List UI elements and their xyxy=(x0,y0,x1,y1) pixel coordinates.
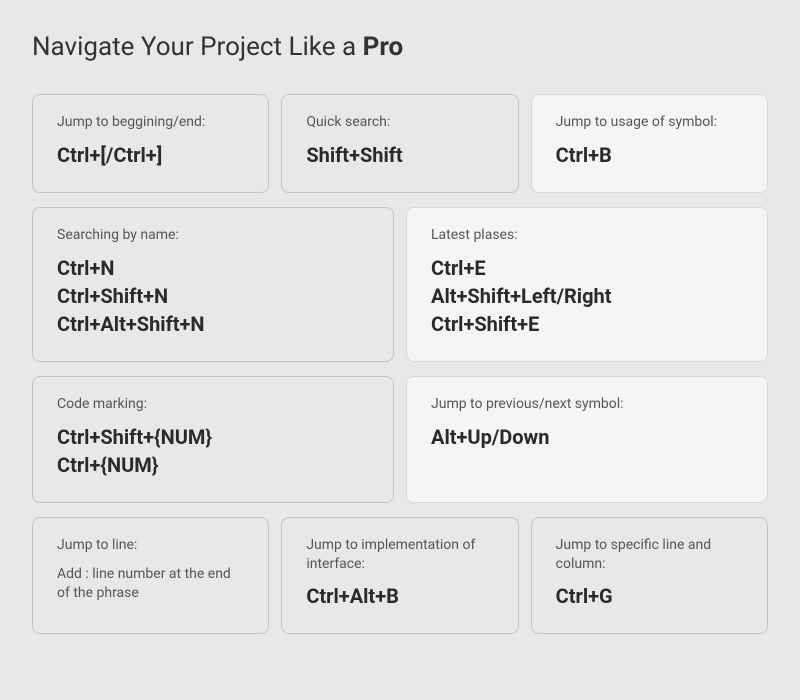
shortcut-line: Ctrl+Shift+E xyxy=(431,311,743,337)
card-value-list: Ctrl+E Alt+Shift+Left/Right Ctrl+Shift+E xyxy=(431,255,743,337)
card-label: Jump to beggining/end: xyxy=(57,113,244,132)
card-quick-search: Quick search: Shift+Shift xyxy=(281,94,518,193)
row-1: Jump to beggining/end: Ctrl+[/Ctrl+] Qui… xyxy=(32,94,768,193)
row-4: Jump to line: Add : line number at the e… xyxy=(32,517,768,635)
card-jump-begin-end: Jump to beggining/end: Ctrl+[/Ctrl+] xyxy=(32,94,269,193)
title-prefix: Navigate Your Project Like a xyxy=(32,32,363,62)
card-value: Ctrl+G xyxy=(556,583,743,609)
card-value-list: Ctrl+Shift+{NUM} Ctrl+{NUM} xyxy=(57,424,369,478)
card-label: Latest plases: xyxy=(431,226,743,245)
card-label: Jump to usage of symbol: xyxy=(556,113,743,132)
card-line-column: Jump to specific line and column: Ctrl+G xyxy=(531,517,768,635)
card-value: Shift+Shift xyxy=(306,142,493,168)
card-value: Ctrl+B xyxy=(556,142,743,168)
shortcut-line: Ctrl+Shift+{NUM} xyxy=(57,424,369,450)
card-latest-places: Latest plases: Ctrl+E Alt+Shift+Left/Rig… xyxy=(406,207,768,362)
card-usage-symbol: Jump to usage of symbol: Ctrl+B xyxy=(531,94,768,193)
card-search-by-name: Searching by name: Ctrl+N Ctrl+Shift+N C… xyxy=(32,207,394,362)
card-label: Code marking: xyxy=(57,395,369,414)
card-value: Add : line number at the end of the phra… xyxy=(57,565,244,604)
card-value: Alt+Up/Down xyxy=(431,424,743,450)
card-label: Jump to specific line and column: xyxy=(556,536,743,574)
shortcut-line: Ctrl+N xyxy=(57,255,369,281)
shortcut-line: Ctrl+{NUM} xyxy=(57,452,369,478)
card-prev-next-symbol: Jump to previous/next symbol: Alt+Up/Dow… xyxy=(406,376,768,503)
shortcut-line: Ctrl+Shift+N xyxy=(57,283,369,309)
shortcut-line: Ctrl+Alt+Shift+N xyxy=(57,311,369,337)
card-code-marking: Code marking: Ctrl+Shift+{NUM} Ctrl+{NUM… xyxy=(32,376,394,503)
row-2: Searching by name: Ctrl+N Ctrl+Shift+N C… xyxy=(32,207,768,362)
card-label: Quick search: xyxy=(306,113,493,132)
card-value: Ctrl+Alt+B xyxy=(306,583,493,609)
row-3: Code marking: Ctrl+Shift+{NUM} Ctrl+{NUM… xyxy=(32,376,768,503)
card-jump-to-line: Jump to line: Add : line number at the e… xyxy=(32,517,269,635)
card-label: Searching by name: xyxy=(57,226,369,245)
shortcut-line: Ctrl+E xyxy=(431,255,743,281)
card-label: Jump to previous/next symbol: xyxy=(431,395,743,414)
card-impl-interface: Jump to implementation of interface: Ctr… xyxy=(281,517,518,635)
page-title: Navigate Your Project Like a Pro xyxy=(32,32,768,62)
card-label: Jump to implementation of interface: xyxy=(306,536,493,574)
shortcut-line: Alt+Shift+Left/Right xyxy=(431,283,743,309)
card-value: Ctrl+[/Ctrl+] xyxy=(57,142,244,168)
card-label: Jump to line: xyxy=(57,536,244,555)
card-value-list: Ctrl+N Ctrl+Shift+N Ctrl+Alt+Shift+N xyxy=(57,255,369,337)
title-bold: Pro xyxy=(363,32,404,62)
